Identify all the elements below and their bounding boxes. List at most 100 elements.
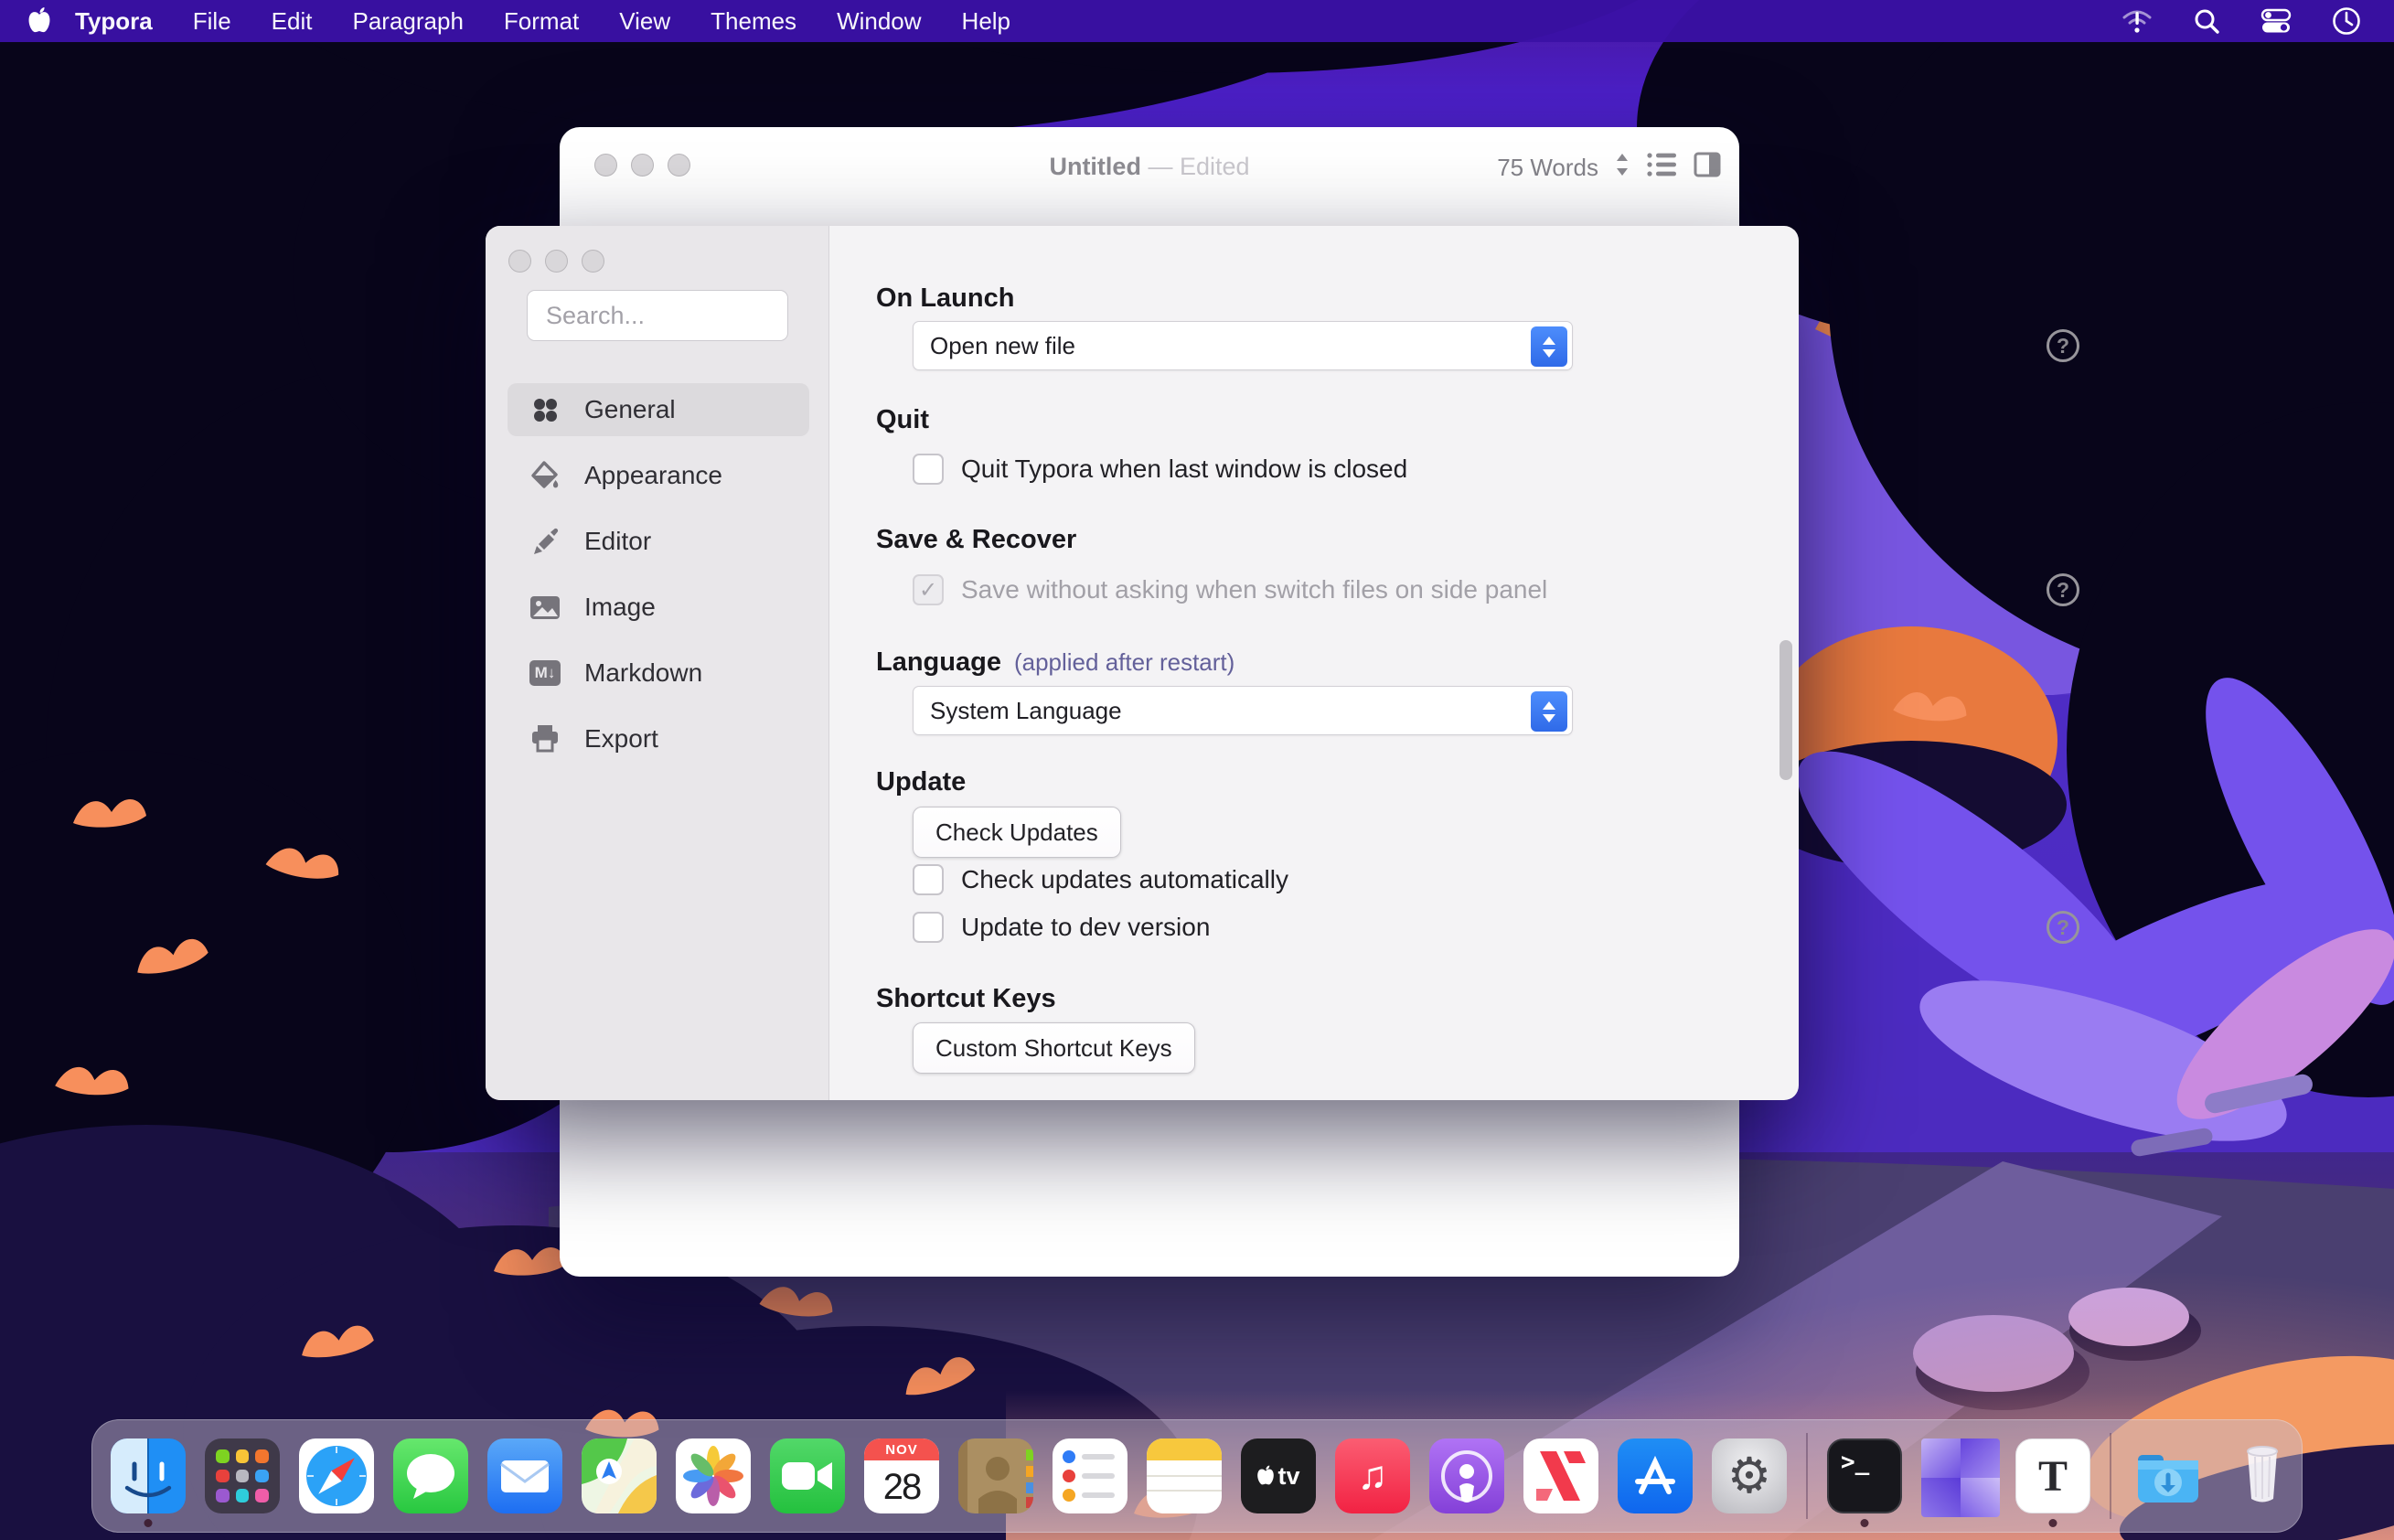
menu-format[interactable]: Format	[504, 7, 579, 36]
search-icon[interactable]	[2193, 7, 2220, 35]
save-without-asking-checkbox: ✓	[913, 574, 944, 605]
dock-tv-icon[interactable]: tv	[1241, 1438, 1316, 1513]
save-without-asking-row: ✓ Save without asking when switch files …	[913, 574, 1547, 605]
dock-contacts-icon[interactable]	[958, 1438, 1033, 1513]
dock-safari-icon[interactable]	[299, 1438, 374, 1513]
sidebar-item-label: Image	[584, 593, 656, 622]
menu-view[interactable]: View	[619, 7, 670, 36]
sidebar-item-editor[interactable]: Editor	[508, 515, 809, 568]
prefs-minimize-button[interactable]	[545, 250, 568, 273]
pencil-icon	[529, 526, 561, 557]
dock-podcasts-icon[interactable]	[1429, 1438, 1504, 1513]
markdown-icon: M↓	[529, 658, 561, 689]
on-launch-select[interactable]: Open new file	[913, 321, 1573, 370]
dock-separator	[2110, 1433, 2111, 1519]
check-updates-button[interactable]: Check Updates	[913, 807, 1121, 858]
preferences-content: On Launch Open new file ? Quit Quit Typo…	[830, 226, 1799, 1100]
dock-app-store-icon[interactable]	[1618, 1438, 1693, 1513]
sidebar-item-label: General	[584, 395, 676, 424]
dock-downloads-icon[interactable]	[2131, 1438, 2206, 1513]
auto-update-checkbox[interactable]	[913, 864, 944, 895]
dock-system-preferences-icon[interactable]: ⚙	[1712, 1438, 1787, 1513]
preferences-sidebar: General Appearance	[486, 226, 829, 1100]
dock-launchpad-icon[interactable]	[205, 1438, 280, 1513]
word-count[interactable]: 75 Words	[1497, 154, 1598, 182]
sidebar-item-export[interactable]: Export	[508, 712, 809, 765]
menu-edit[interactable]: Edit	[272, 7, 313, 36]
quit-checkbox-row[interactable]: Quit Typora when last window is closed	[913, 454, 1407, 485]
quit-checkbox[interactable]	[913, 454, 944, 485]
dock-separator	[1806, 1433, 1808, 1519]
word-count-chevron-icon[interactable]	[1615, 152, 1630, 184]
image-icon	[529, 592, 561, 623]
dock-finder-icon[interactable]	[111, 1438, 186, 1513]
language-note: (applied after restart)	[1014, 648, 1234, 676]
prefs-close-button[interactable]	[508, 250, 531, 273]
menu-window[interactable]: Window	[837, 7, 921, 36]
select-stepper-icon	[1531, 326, 1567, 367]
dock-terminal-icon[interactable]: >_	[1827, 1438, 1902, 1513]
calendar-day: 28	[864, 1460, 939, 1513]
dock: NOV 28	[91, 1419, 2303, 1533]
auto-update-checkbox-row[interactable]: Check updates automatically	[913, 864, 1288, 895]
sidebar-item-image[interactable]: Image	[508, 581, 809, 634]
menubar-app-name[interactable]: Typora	[75, 7, 153, 36]
section-on-launch-title: On Launch	[876, 283, 1014, 314]
menu-file[interactable]: File	[193, 7, 231, 36]
search-input[interactable]	[527, 290, 788, 341]
calendar-month: NOV	[864, 1438, 939, 1460]
prefs-zoom-button[interactable]	[582, 250, 604, 273]
sidebar-item-label: Markdown	[584, 658, 702, 688]
printer-icon	[529, 723, 561, 754]
sidebar-item-label: Export	[584, 724, 658, 754]
dock-music-icon[interactable]: ♫	[1335, 1438, 1410, 1513]
dev-version-checkbox-row[interactable]: Update to dev version	[913, 912, 1210, 943]
dev-version-help-icon[interactable]: ?	[2047, 911, 2079, 944]
section-shortcut-title: Shortcut Keys	[876, 984, 1056, 1014]
sidebar-item-markdown[interactable]: M↓ Markdown	[508, 647, 809, 700]
language-select[interactable]: System Language	[913, 686, 1573, 735]
menu-help[interactable]: Help	[962, 7, 1010, 36]
apple-glyph-icon	[1256, 1465, 1275, 1487]
menu-bar: Typora File Edit Paragraph Format View T…	[0, 0, 2394, 42]
apple-logo-icon	[27, 7, 51, 35]
dock-facetime-icon[interactable]	[770, 1438, 845, 1513]
dock-trash-icon[interactable]	[2225, 1438, 2300, 1513]
dock-maps-icon[interactable]	[582, 1438, 657, 1513]
dock-typora-icon[interactable]: T	[2015, 1438, 2090, 1513]
dock-messages-icon[interactable]	[393, 1438, 468, 1513]
control-center-icon[interactable]	[2260, 7, 2292, 35]
dock-notes-icon[interactable]	[1147, 1438, 1222, 1513]
typora-preferences-window: General Appearance	[486, 226, 1799, 1100]
outline-list-icon[interactable]	[1646, 151, 1677, 185]
clock-icon[interactable]	[2332, 6, 2361, 36]
sidebar-item-label: Editor	[584, 527, 651, 556]
dock-reminders-icon[interactable]	[1053, 1438, 1128, 1513]
on-launch-help-icon[interactable]: ?	[2047, 329, 2079, 362]
dock-news-icon[interactable]	[1523, 1438, 1598, 1513]
scrollbar-thumb[interactable]	[1779, 640, 1792, 780]
menu-paragraph[interactable]: Paragraph	[352, 7, 463, 36]
dock-gradient-image-icon[interactable]	[1921, 1438, 1996, 1513]
document-titlebar: Untitled — Edited 75 Words	[560, 127, 1739, 193]
save-recover-help-icon[interactable]: ?	[2047, 573, 2079, 606]
grid-icon	[529, 394, 561, 425]
sidebar-item-appearance[interactable]: Appearance	[508, 449, 809, 502]
select-stepper-icon	[1531, 691, 1567, 732]
dock-calendar-icon[interactable]: NOV 28	[864, 1438, 939, 1513]
sidebar-item-general[interactable]: General	[508, 383, 809, 436]
sidebar-toggle-icon[interactable]	[1694, 151, 1721, 185]
wifi-alert-icon[interactable]	[2121, 6, 2153, 36]
paint-bucket-icon	[529, 460, 561, 491]
section-quit-title: Quit	[876, 405, 929, 435]
section-save-recover-title: Save & Recover	[876, 525, 1076, 555]
sidebar-item-label: Appearance	[584, 461, 722, 490]
section-update-title: Update	[876, 767, 966, 797]
dock-photos-icon[interactable]	[676, 1438, 751, 1513]
apple-menu[interactable]	[27, 7, 51, 35]
custom-shortcut-keys-button[interactable]: Custom Shortcut Keys	[913, 1022, 1195, 1074]
dev-version-checkbox[interactable]	[913, 912, 944, 943]
section-language-title: Language(applied after restart)	[876, 647, 1234, 678]
dock-mail-icon[interactable]	[487, 1438, 562, 1513]
menu-themes[interactable]: Themes	[711, 7, 796, 36]
